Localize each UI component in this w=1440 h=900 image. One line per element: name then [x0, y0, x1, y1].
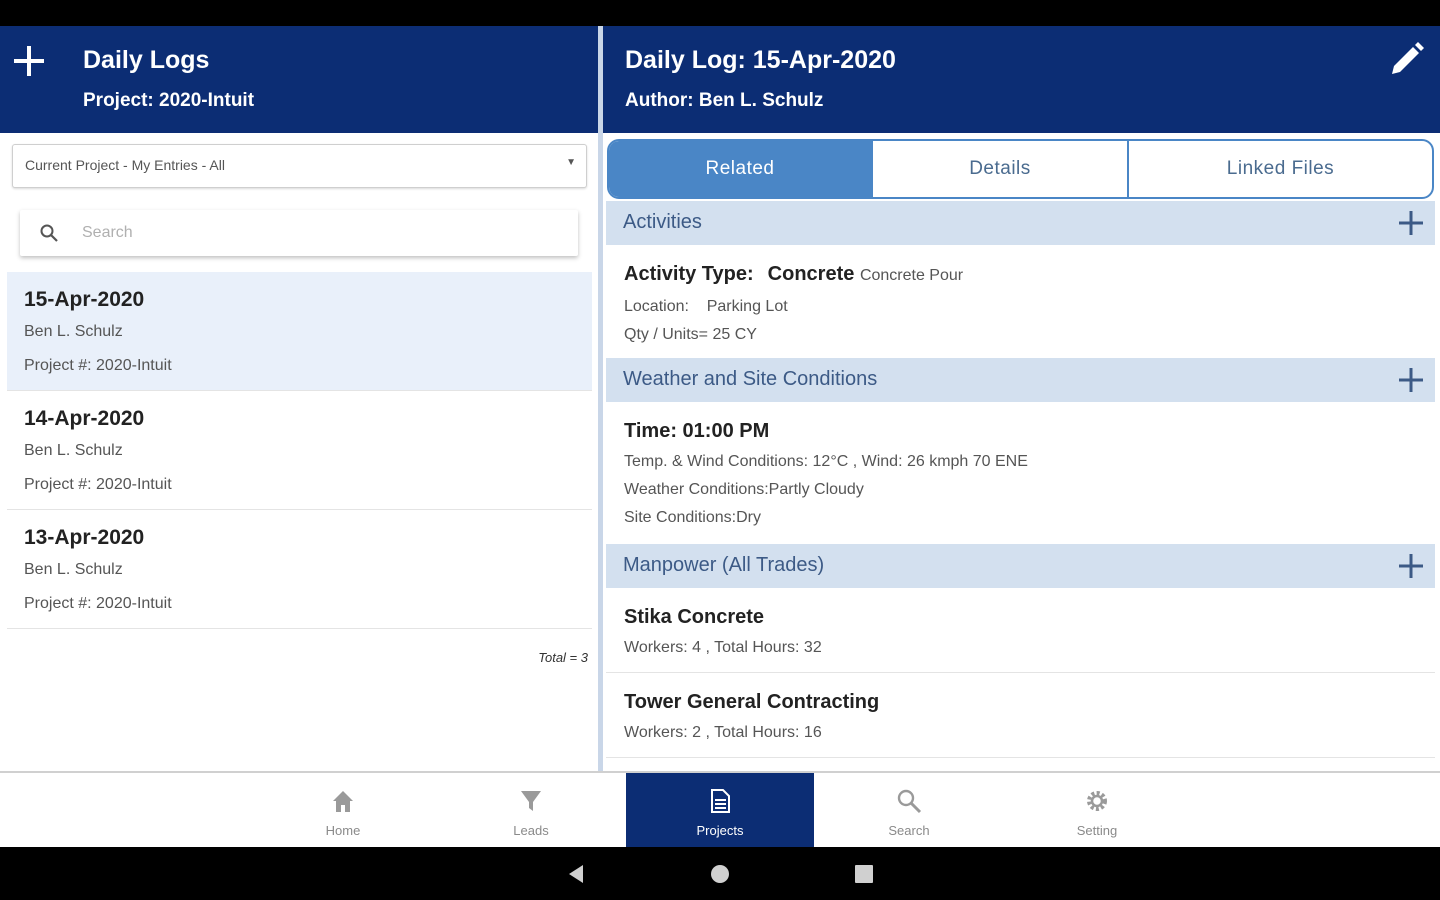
activity-entry[interactable]: Activity Type: Concrete Concrete Pour Loc… [606, 245, 1435, 358]
plus-icon [14, 46, 44, 76]
add-manpower-button[interactable] [1395, 550, 1427, 582]
log-author-name: Ben L. Schulz [24, 442, 123, 459]
search-icon [40, 224, 58, 242]
detail-tabs: Related Details Linked Files [607, 139, 1434, 199]
temp-wind-conditions: Temp. & Wind Conditions: 12°C , Wind: 26… [624, 453, 1028, 470]
weather-section-header: Weather and Site Conditions [606, 358, 1435, 402]
daily-log-list: 15-Apr-2020 Ben L. Schulz Project #: 202… [7, 272, 592, 629]
weather-entry[interactable]: Time: 01:00 PM Temp. & Wind Conditions: … [606, 402, 1435, 544]
dropdown-arrow-icon: ▼ [566, 157, 576, 168]
activity-description: Concrete Pour [859, 267, 964, 284]
activities-section-header: Activities [606, 201, 1435, 245]
entries-filter-select[interactable]: Current Project - My Entries - All ▼ [12, 144, 587, 188]
location-label: Location: [624, 298, 689, 315]
activity-quantity: Qty / Units= 25 CY [624, 326, 757, 343]
search-field[interactable] [20, 210, 578, 256]
weather-conditions: Weather Conditions:Partly Cloudy [624, 481, 864, 498]
nav-label: Home [325, 823, 361, 838]
trade-detail: Workers: 2 , Total Hours: 16 [624, 724, 822, 741]
search-icon [897, 789, 922, 814]
pencil-icon [1392, 42, 1424, 74]
back-icon[interactable] [563, 861, 589, 887]
system-nav-bar [0, 847, 1440, 900]
activity-location-line: Location: Parking Lot [624, 298, 788, 316]
log-list-item[interactable]: 14-Apr-2020 Ben L. Schulz Project #: 202… [7, 391, 592, 510]
section-title: Manpower (All Trades) [623, 554, 825, 576]
log-author: Author: Ben L. Schulz [625, 90, 824, 111]
search-input[interactable] [82, 218, 562, 248]
trade-name: Tower General Contracting [624, 691, 880, 713]
page-title: Daily Logs [83, 46, 210, 74]
activity-type-line: Activity Type: Concrete Concrete Pour [624, 263, 963, 286]
manpower-entry[interactable]: Stika Concrete Workers: 4 , Total Hours:… [606, 588, 1435, 673]
status-bar [0, 0, 1440, 26]
tab-related[interactable]: Related [609, 141, 871, 197]
trade-detail: Workers: 4 , Total Hours: 32 [624, 639, 822, 656]
log-date: 13-Apr-2020 [24, 526, 145, 549]
log-list-item[interactable]: 13-Apr-2020 Ben L. Schulz Project #: 202… [7, 510, 592, 629]
site-conditions: Site Conditions:Dry [624, 509, 761, 526]
log-author-name: Ben L. Schulz [24, 561, 123, 578]
funnel-icon [521, 791, 541, 811]
bottom-nav: Home Leads Projects Search Setting [0, 773, 1440, 847]
add-log-button[interactable] [10, 42, 48, 80]
document-icon [711, 789, 730, 813]
tab-linked-files[interactable]: Linked Files [1127, 141, 1432, 197]
section-title: Weather and Site Conditions [623, 368, 878, 390]
manpower-entry[interactable]: Tower General Contracting Workers: 2 , T… [606, 673, 1435, 758]
nav-home[interactable]: Home [249, 773, 437, 847]
log-detail-title: Daily Log: 15-Apr-2020 [625, 46, 896, 74]
home-circle-icon[interactable] [707, 861, 733, 887]
nav-search[interactable]: Search [815, 773, 1003, 847]
nav-setting[interactable]: Setting [1003, 773, 1191, 847]
add-activity-button[interactable] [1395, 207, 1427, 239]
project-subtitle: Project: 2020-Intuit [83, 90, 255, 111]
tab-details[interactable]: Details [871, 141, 1127, 197]
nav-leads[interactable]: Leads [437, 773, 625, 847]
related-content: Activities Activity Type: Concrete Concre… [606, 201, 1435, 762]
add-weather-button[interactable] [1395, 364, 1427, 396]
edit-log-button[interactable] [1386, 40, 1426, 80]
nav-label: Setting [1076, 823, 1118, 838]
daily-logs-header: Daily Logs Project: 2020-Intuit [0, 26, 598, 133]
log-date: 15-Apr-2020 [24, 288, 145, 311]
trade-name: Stika Concrete [624, 606, 765, 628]
activity-type-label: Activity Type: [624, 263, 754, 285]
section-title: Activities [623, 211, 702, 233]
recents-icon[interactable] [851, 861, 877, 887]
log-project-number: Project #: 2020-Intuit [24, 476, 172, 493]
log-detail-header: Daily Log: 15-Apr-2020 Author: Ben L. Sc… [603, 26, 1440, 133]
log-list-item[interactable]: 15-Apr-2020 Ben L. Schulz Project #: 202… [7, 272, 592, 391]
nav-label: Search [888, 823, 930, 838]
log-project-number: Project #: 2020-Intuit [24, 595, 172, 612]
location-value: Parking Lot [706, 298, 788, 315]
nav-label: Projects [696, 823, 744, 838]
log-project-number: Project #: 2020-Intuit [24, 357, 172, 374]
home-icon [333, 791, 353, 812]
nav-label: Leads [513, 823, 549, 838]
manpower-section-header: Manpower (All Trades) [606, 544, 1435, 588]
filter-value: Current Project - My Entries - All [25, 157, 225, 173]
log-author-name: Ben L. Schulz [24, 323, 123, 340]
activity-type-value: Concrete [767, 263, 855, 285]
weather-time: Time: 01:00 PM [624, 420, 770, 442]
gear-icon [1087, 791, 1107, 811]
total-count: Total = 3 [538, 650, 588, 665]
log-date: 14-Apr-2020 [24, 407, 145, 430]
pane-divider [598, 26, 603, 772]
nav-projects[interactable]: Projects [626, 773, 814, 847]
